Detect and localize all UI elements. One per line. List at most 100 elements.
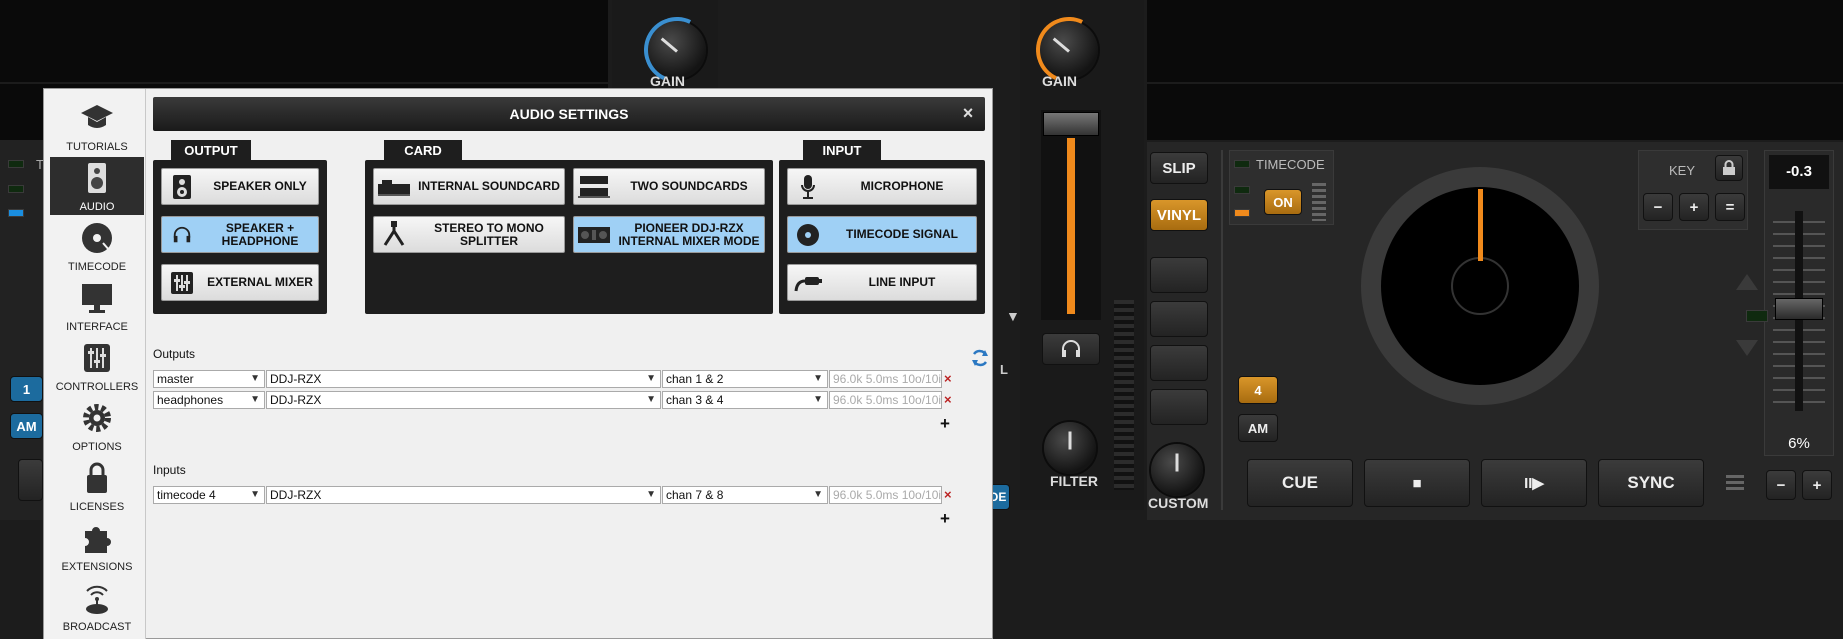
sidebar-item-broadcast[interactable]: BROADCAST [50,577,144,635]
output-name-select[interactable]: master ▼ [153,370,265,388]
filter-knob[interactable] [1044,422,1096,474]
remove-input-button[interactable]: × [944,486,956,504]
jog-position-marker [1478,189,1483,261]
channel-fader-handle[interactable] [1043,112,1099,136]
pitch-down-arrow[interactable] [1736,340,1758,356]
output-external-mixer[interactable]: EXTERNAL MIXER [161,264,319,301]
add-input-button[interactable]: + [940,510,954,527]
sidebar-item-audio[interactable]: AUDIO [50,157,144,215]
output-channel-select[interactable]: chan 1 & 2 ▼ [662,370,828,388]
output-channel-select[interactable]: chan 3 & 4 ▼ [662,391,828,409]
remove-output-button[interactable]: × [944,391,956,409]
menu-icon[interactable] [1726,475,1744,491]
input-info: 96.0k 5.0ms 10o/10i [829,486,942,504]
input-channel-select[interactable]: chan 7 & 8 ▼ [662,486,828,504]
vinyl-button[interactable]: VINYL [1150,199,1208,231]
pitch-fader-handle[interactable] [1775,298,1823,320]
pitch-value: -0.3 [1769,155,1829,189]
pad-button-2[interactable] [1150,301,1208,337]
deck-divider [1221,150,1223,510]
pad-button-4[interactable] [1150,389,1208,425]
option-label: MICROPHONE [860,179,944,193]
input-line-input[interactable]: LINE INPUT [787,264,977,301]
input-timecode-signal[interactable]: TIMECODE SIGNAL [787,216,977,253]
output-row: master ▼ DDJ-RZX ▼ chan 1 & 2 ▼ 96.0k 5.0ms… [153,370,985,388]
right-gain-knob[interactable] [1026,7,1112,93]
input-device-select[interactable]: DDJ-RZX ▼ [266,486,661,504]
puzzle-icon [85,527,111,553]
left-waveform-panel [0,0,608,82]
key-plus-button[interactable]: + [1679,193,1709,221]
input-name-select[interactable]: timecode 4 ▼ [153,486,265,504]
output-device: DDJ-RZX [270,393,322,407]
key-minus-button[interactable]: − [1643,193,1673,221]
key-lock-button[interactable] [1715,155,1743,181]
lock-icon [87,462,107,493]
audio-settings-dialog: TUTORIALS AUDIO TIMECODE INTERFACE CONTR… [43,88,993,639]
graduation-cap-icon [81,105,113,128]
card-pioneer-ddj-rzx[interactable]: PIONEER DDJ-RZX INTERNAL MIXER MODE [573,216,765,253]
jog-center [1451,257,1509,315]
output-name-select[interactable]: headphones ▼ [153,391,265,409]
close-button[interactable]: × [959,104,977,122]
l-label: L [1000,362,1008,377]
app-window: GAIN GAIN FILTER L DE ▼ T 1 AM SLIP VINY… [0,0,1843,639]
pitch-range: 6% [1788,435,1810,452]
card-two-soundcards[interactable]: TWO SOUNDCARDS [573,168,765,205]
pad-button-3[interactable] [1150,345,1208,381]
pitch-minus-button[interactable]: − [1766,470,1796,500]
remove-output-button[interactable]: × [944,370,956,388]
left-deck-number[interactable]: 1 [10,376,43,402]
output-device-select[interactable]: DDJ-RZX ▼ [266,370,661,388]
output-speaker-headphone[interactable]: SPEAKER + HEADPHONE [161,216,319,253]
output-group-tab: OUTPUT [171,140,251,160]
input-microphone[interactable]: MICROPHONE [787,168,977,205]
add-output-button[interactable]: + [940,415,954,432]
left-am-button[interactable]: AM [10,413,43,439]
dialog-title: AUDIO SETTINGS [509,106,629,122]
pitch-plus-button[interactable]: + [1802,470,1832,500]
right-am-button[interactable]: AM [1238,414,1278,442]
custom-knob[interactable] [1151,444,1203,496]
sidebar-item-interface[interactable]: INTERFACE [50,277,144,335]
card-internal-soundcard[interactable]: INTERNAL SOUNDCARD [373,168,565,205]
cue-button[interactable]: CUE [1247,459,1353,507]
slip-button[interactable]: SLIP [1150,152,1208,184]
output-device: DDJ-RZX [270,372,322,386]
timecode-on-button[interactable]: ON [1264,189,1302,215]
sidebar-item-options[interactable]: OPTIONS [50,397,144,455]
right-deck-number[interactable]: 4 [1238,376,1278,404]
sidebar-item-licenses[interactable]: LICENSES [50,457,144,515]
sidebar-item-controllers[interactable]: CONTROLLERS [50,337,144,395]
filter-label: FILTER [1050,473,1098,489]
sidebar-item-tutorials[interactable]: TUTORIALS [50,97,144,155]
stop-button[interactable]: ■ [1364,459,1470,507]
pad-button-1[interactable] [1150,257,1208,293]
sidebar-item-extensions[interactable]: EXTENSIONS [50,517,144,575]
play-pause-button[interactable]: II▶ [1481,459,1587,507]
output-speaker-only[interactable]: SPEAKER ONLY [161,168,319,205]
headphone-icon [1062,340,1080,357]
left-gain-knob[interactable] [634,7,720,93]
sidebar-item-timecode[interactable]: TIMECODE [50,217,144,275]
card-stereo-to-mono-splitter[interactable]: STEREO TO MONO SPLITTER [373,216,565,253]
sidebar-label-interface: INTERFACE [66,321,128,333]
output-device-select[interactable]: DDJ-RZX ▼ [266,391,661,409]
left-transport-button[interactable] [18,459,43,501]
output-channel: chan 1 & 2 [666,372,724,386]
sync-button[interactable]: SYNC [1598,459,1704,507]
output-name: master [157,372,194,386]
jog-wheel[interactable] [1361,167,1599,405]
settings-main-panel: AUDIO SETTINGS × OUTPUT SPEAKER ONLY SPE… [153,97,988,637]
line-cable-icon [794,276,822,291]
timecode-label: TIMECODE [1256,157,1325,172]
splitter-cable-icon [383,220,405,246]
sidebar-label-broadcast: BROADCAST [62,621,132,633]
dropdown-arrow[interactable]: ▼ [1006,308,1020,324]
refresh-icon[interactable] [970,348,990,368]
headphone-cue-button[interactable] [1042,333,1100,365]
option-label: TIMECODE SIGNAL [845,227,958,241]
key-reset-button[interactable]: = [1715,193,1745,221]
left-led-2 [8,185,24,193]
pitch-up-arrow[interactable] [1736,274,1758,290]
